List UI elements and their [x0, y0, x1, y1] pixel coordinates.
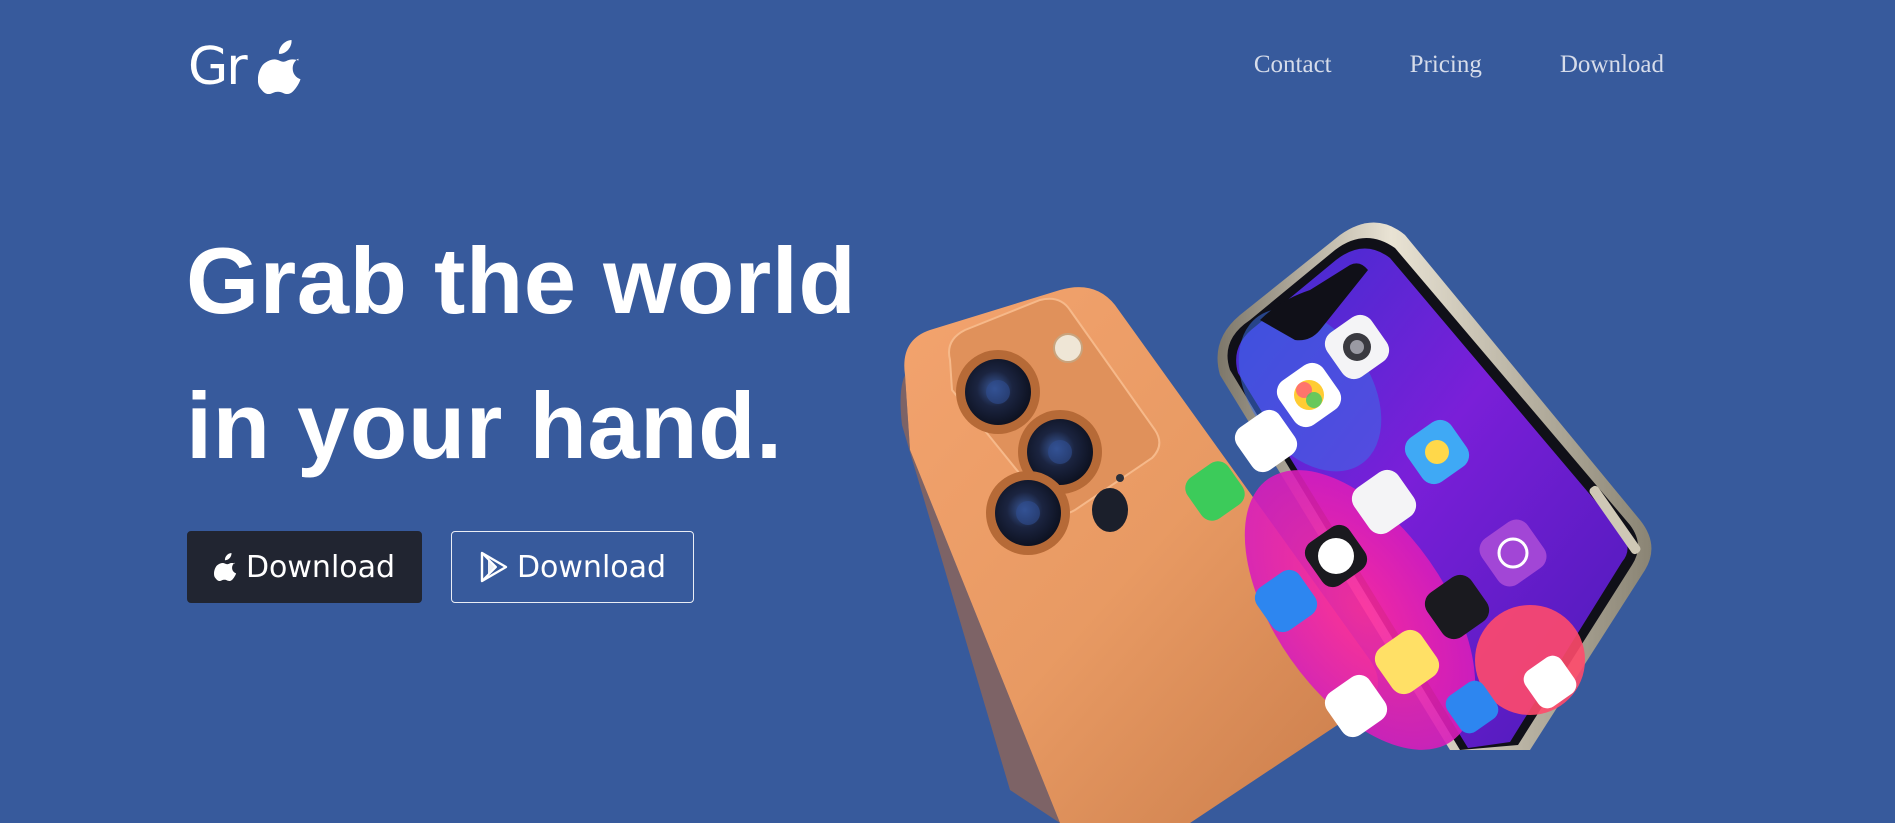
- nav-pricing-link[interactable]: Pricing: [1410, 52, 1482, 77]
- app-store-download-label: Download: [245, 549, 396, 585]
- play-store-download-button[interactable]: Download: [451, 531, 694, 603]
- site-logo[interactable]: Gr: [188, 40, 304, 94]
- apple-logo-icon: [213, 553, 238, 581]
- hero-title: Grab the world in your hand.: [186, 208, 856, 498]
- phone-illustration: [900, 222, 1652, 823]
- hero-title-line1: Grab the world: [186, 228, 857, 333]
- main-nav: Contact Pricing Download: [1254, 52, 1664, 77]
- play-store-download-label: Download: [516, 549, 667, 585]
- apple-logo-icon: [257, 40, 304, 94]
- play-store-icon: [479, 551, 509, 583]
- app-store-download-button[interactable]: Download: [187, 531, 422, 603]
- nav-download-link[interactable]: Download: [1560, 52, 1664, 77]
- hero-title-line2: in your hand.: [186, 373, 783, 478]
- landing-page: Gr Contact Pricing Download Grab the wor…: [0, 0, 1895, 823]
- nav-contact-link[interactable]: Contact: [1254, 52, 1332, 77]
- logo-text: Gr: [188, 37, 248, 97]
